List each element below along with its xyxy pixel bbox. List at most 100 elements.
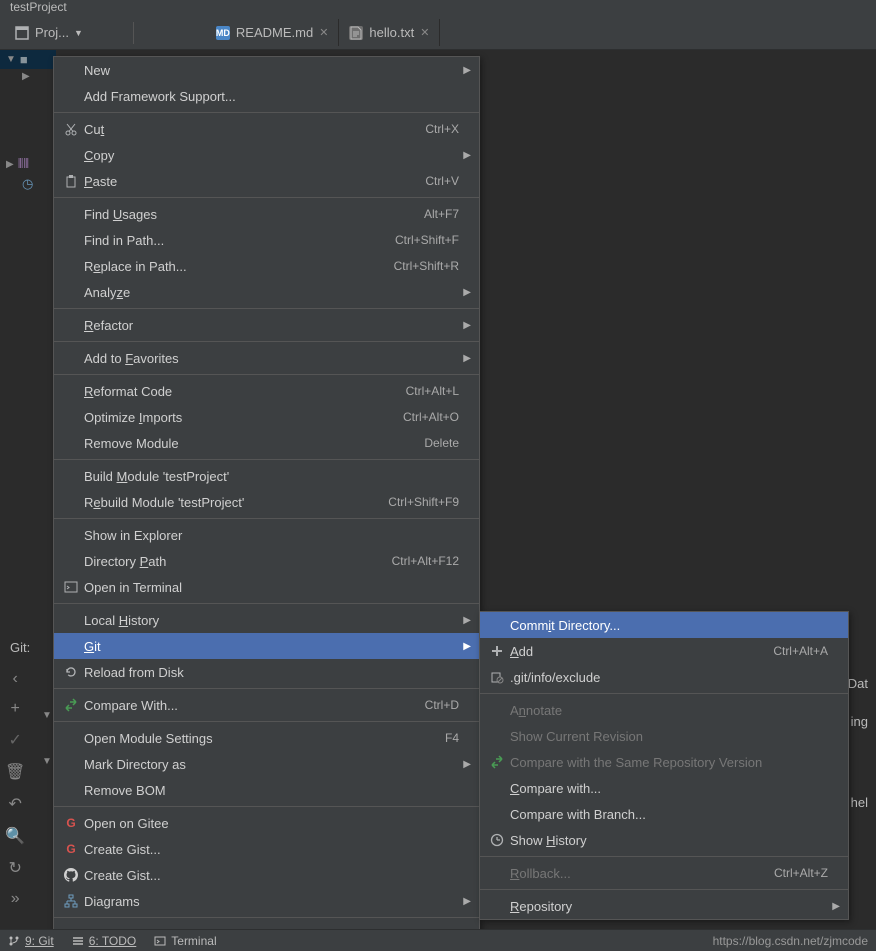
status-bar: 9: Git 6: TODO Terminal https://blog.csd… xyxy=(0,929,876,951)
menu-item-compare-with[interactable]: Compare With...Ctrl+D xyxy=(54,692,479,718)
menu-item-show-history[interactable]: Show History xyxy=(480,827,848,853)
collapse-icon[interactable] xyxy=(111,25,127,41)
tree-item[interactable]: ◷ xyxy=(0,174,56,194)
menu-item-add-framework-support[interactable]: Add Framework Support... xyxy=(54,83,479,109)
menu-item-reload-from-disk[interactable]: Reload from Disk xyxy=(54,659,479,685)
menu-item-mark-directory-as[interactable]: Mark Directory as▶ xyxy=(54,751,479,777)
tree-item[interactable]: ▶ xyxy=(0,69,56,84)
trash-icon[interactable]: 🗑 xyxy=(5,762,25,782)
shortcut-label: Ctrl+Alt+F12 xyxy=(392,554,459,568)
menu-item-label: Open in Terminal xyxy=(84,580,459,595)
plus-icon[interactable]: + xyxy=(10,700,19,718)
menu-item-cut[interactable]: CutCtrl+X xyxy=(54,116,479,142)
reload-icon xyxy=(62,664,80,680)
status-git[interactable]: 9: Git xyxy=(8,934,54,948)
menu-item-label: Show in Explorer xyxy=(84,528,459,543)
menu-item-rebuild-module-testproject[interactable]: Rebuild Module 'testProject'Ctrl+Shift+F… xyxy=(54,489,479,515)
chevron-left-icon[interactable]: ‹ xyxy=(12,670,17,688)
search-icon[interactable]: 🔍 xyxy=(5,826,25,846)
menu-separator xyxy=(54,603,479,604)
target-icon[interactable] xyxy=(93,25,109,41)
menu-item-git-info-exclude[interactable]: .git/info/exclude xyxy=(480,664,848,690)
menu-item-commit-directory[interactable]: Commit Directory... xyxy=(480,612,848,638)
separator xyxy=(133,22,134,44)
expand-icon: ▼ xyxy=(6,54,16,65)
menu-item-directory-path[interactable]: Directory PathCtrl+Alt+F12 xyxy=(54,548,479,574)
menu-item-label: Optimize Imports xyxy=(84,410,403,425)
refresh-icon[interactable]: ↻ xyxy=(8,858,21,878)
ignore-icon xyxy=(488,669,506,685)
menu-item-repository[interactable]: Repository▶ xyxy=(480,893,848,919)
menu-item-add-to-favorites[interactable]: Add to Favorites▶ xyxy=(54,345,479,371)
git-submenu: Commit Directory...AddCtrl+Alt+A.git/inf… xyxy=(479,611,849,920)
status-todo[interactable]: 6: TODO xyxy=(72,934,137,948)
tree-root[interactable]: ▼ ■ xyxy=(0,50,56,69)
menu-item-label: Diagrams xyxy=(84,894,459,909)
minimize-icon[interactable] xyxy=(158,25,174,41)
menu-item-reformat-code[interactable]: Reformat CodeCtrl+Alt+L xyxy=(54,378,479,404)
menu-item-label: Add to Favorites xyxy=(84,351,459,366)
menu-item-refactor[interactable]: Refactor▶ xyxy=(54,312,479,338)
tab-readme[interactable]: MD README.md ✕ xyxy=(206,19,340,46)
tree-item[interactable]: ▶ ⦀⦀ xyxy=(0,154,56,174)
menu-item-replace-in-path[interactable]: Replace in Path...Ctrl+Shift+R xyxy=(54,253,479,279)
menu-separator xyxy=(54,721,479,722)
checkmark-icon[interactable]: ✓ xyxy=(8,730,21,750)
menu-item-open-on-gitee[interactable]: GOpen on Gitee xyxy=(54,810,479,836)
menu-item-optimize-imports[interactable]: Optimize ImportsCtrl+Alt+O xyxy=(54,404,479,430)
shortcut-label: Ctrl+Shift+F9 xyxy=(388,495,459,509)
menu-item-label: Open on Gitee xyxy=(84,816,459,831)
shortcut-label: Ctrl+X xyxy=(425,122,459,136)
shortcut-label: Ctrl+Alt+L xyxy=(406,384,459,398)
diagram-icon xyxy=(62,893,80,909)
menu-separator xyxy=(54,308,479,309)
menu-item-open-module-settings[interactable]: Open Module SettingsF4 xyxy=(54,725,479,751)
tab-hello[interactable]: hello.txt ✕ xyxy=(339,19,440,46)
menu-item-compare-with-branch[interactable]: Compare with Branch... xyxy=(480,801,848,827)
menu-item-open-in-terminal[interactable]: Open in Terminal xyxy=(54,574,479,600)
project-dropdown[interactable]: Proj... ▼ xyxy=(6,22,91,44)
menu-item-label: Repository xyxy=(510,899,828,914)
status-terminal[interactable]: Terminal xyxy=(154,934,216,948)
menu-item-diagrams[interactable]: Diagrams▶ xyxy=(54,888,479,914)
shortcut-label: Alt+F7 xyxy=(424,207,459,221)
gear-icon[interactable] xyxy=(140,25,156,41)
collapse-arrow-icon[interactable]: ▼ xyxy=(42,756,52,767)
menu-item-show-in-explorer[interactable]: Show in Explorer xyxy=(54,522,479,548)
menu-item-label: Git xyxy=(84,639,459,654)
close-icon[interactable]: ✕ xyxy=(319,26,328,39)
truncated-text: hel xyxy=(851,795,868,810)
menu-item-remove-bom[interactable]: Remove BOM xyxy=(54,777,479,803)
more-icon[interactable]: » xyxy=(11,890,20,908)
close-icon[interactable]: ✕ xyxy=(420,26,429,39)
menu-item-new[interactable]: New▶ xyxy=(54,57,479,83)
menu-item-paste[interactable]: PasteCtrl+V xyxy=(54,168,479,194)
menu-item-remove-module[interactable]: Remove ModuleDelete xyxy=(54,430,479,456)
left-gutter: ‹ + ✓ 🗑 ↶ 🔍 ↻ » xyxy=(5,670,25,908)
truncated-text: Dat xyxy=(848,676,868,691)
menu-item-label: Annotate xyxy=(510,703,828,718)
menu-item-build-module-testproject[interactable]: Build Module 'testProject' xyxy=(54,463,479,489)
menu-item-compare-with[interactable]: Compare with... xyxy=(480,775,848,801)
menu-item-create-gist[interactable]: GCreate Gist... xyxy=(54,836,479,862)
plus-icon xyxy=(488,643,506,659)
toolbar: Proj... ▼ MD README.md ✕ hello.txt ✕ xyxy=(0,16,876,50)
list-icon xyxy=(72,935,84,947)
menu-item-add[interactable]: AddCtrl+Alt+A xyxy=(480,638,848,664)
menu-item-label: Analyze xyxy=(84,285,459,300)
title-bar: testProject xyxy=(0,0,876,16)
menu-separator xyxy=(54,806,479,807)
menu-item-find-usages[interactable]: Find UsagesAlt+F7 xyxy=(54,201,479,227)
menu-item-git[interactable]: Git▶ xyxy=(54,633,479,659)
menu-item-local-history[interactable]: Local History▶ xyxy=(54,607,479,633)
menu-item-create-gist[interactable]: Create Gist... xyxy=(54,862,479,888)
terminal-icon xyxy=(154,935,166,947)
menu-item-label: Show Current Revision xyxy=(510,729,828,744)
menu-item-find-in-path[interactable]: Find in Path...Ctrl+Shift+F xyxy=(54,227,479,253)
menu-item-copy[interactable]: Copy▶ xyxy=(54,142,479,168)
collapse-arrow-icon[interactable]: ▼ xyxy=(42,710,52,721)
terminal-icon xyxy=(62,579,80,595)
revert-icon[interactable]: ↶ xyxy=(8,794,21,814)
menu-item-label: Compare With... xyxy=(84,698,425,713)
menu-item-analyze[interactable]: Analyze▶ xyxy=(54,279,479,305)
